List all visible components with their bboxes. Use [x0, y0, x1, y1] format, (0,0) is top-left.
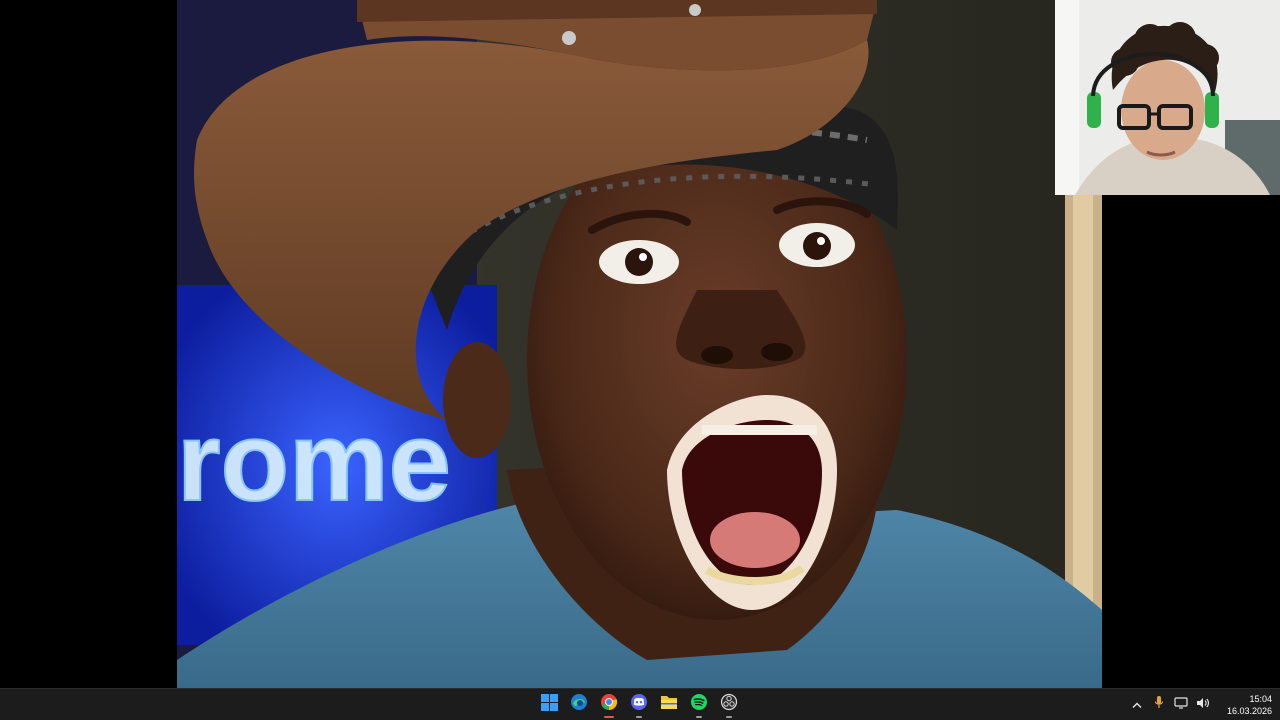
clock-date: 16.03.2026: [1226, 705, 1272, 716]
taskbar: 15:04 16.03.2026: [0, 688, 1280, 720]
discord-button[interactable]: [627, 691, 651, 719]
edge-icon: [570, 693, 588, 716]
webcam-overlay: [1055, 0, 1280, 195]
main-photo: rome: [177, 0, 1102, 688]
edge-button[interactable]: [567, 691, 591, 719]
microphone-icon: [1154, 695, 1164, 714]
spotify-icon: [690, 693, 708, 716]
system-tray: 15:04 16.03.2026: [1128, 689, 1280, 720]
clock[interactable]: 15:04 16.03.2026: [1220, 693, 1272, 717]
volume-button[interactable]: [1194, 696, 1212, 714]
spotify-running-indicator: [696, 715, 702, 718]
clock-time: 15:04: [1249, 693, 1272, 704]
discord-running-indicator: [636, 715, 642, 718]
discord-icon: [630, 693, 648, 716]
spotify-button[interactable]: [687, 691, 711, 719]
show-hidden-icons-button[interactable]: [1128, 696, 1146, 714]
obs-running-indicator: [726, 715, 732, 718]
chevron-up-icon: [1132, 696, 1142, 714]
windows-logo-icon: [540, 693, 558, 716]
neon-sign-text: rome: [177, 399, 451, 524]
chrome-icon: [600, 693, 618, 716]
webcam-feed: [1055, 0, 1280, 195]
network-icon: [1174, 696, 1188, 714]
file-explorer-button[interactable]: [657, 691, 681, 719]
start-button[interactable]: [537, 691, 561, 719]
chrome-running-indicator: [604, 715, 614, 718]
speaker-icon: [1196, 696, 1210, 714]
network-button[interactable]: [1172, 696, 1190, 714]
image-viewer[interactable]: rome: [177, 0, 1102, 688]
obs-icon: [720, 693, 738, 716]
folder-icon: [660, 694, 678, 715]
microphone-button[interactable]: [1150, 696, 1168, 714]
desktop-screen: rome 15:04 16.03.2026: [0, 0, 1280, 720]
obs-button[interactable]: [717, 691, 741, 719]
chrome-button[interactable]: [597, 691, 621, 719]
taskbar-pinned-apps: [537, 689, 741, 720]
